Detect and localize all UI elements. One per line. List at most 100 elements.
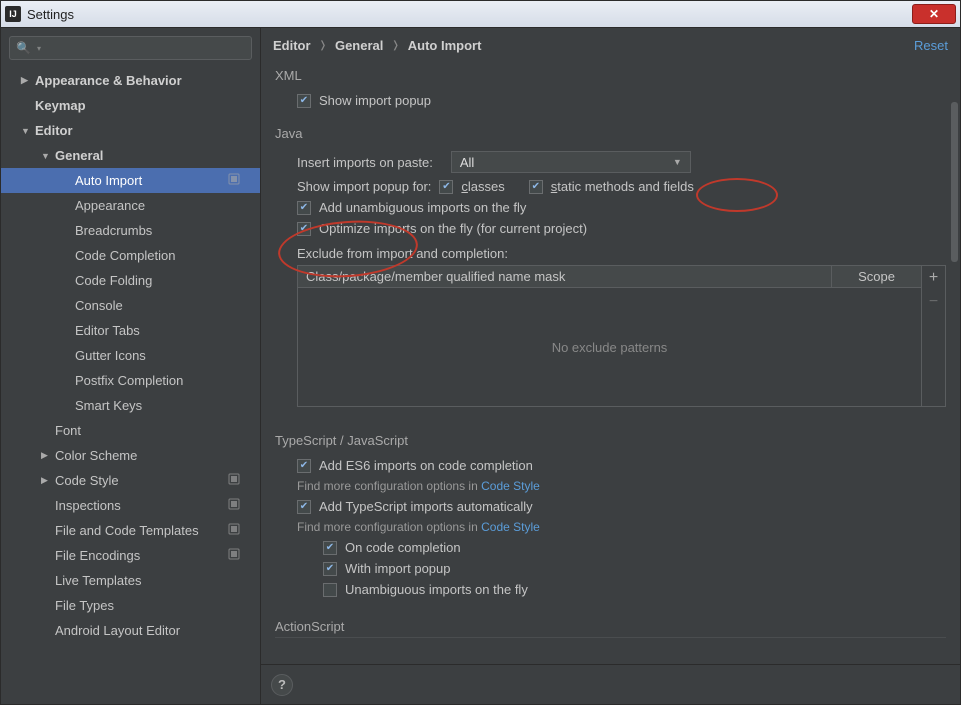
tree-item-android-layout-editor[interactable]: Android Layout Editor	[1, 618, 260, 643]
insert-imports-select[interactable]: All ▼	[451, 151, 691, 173]
tree-arrow-icon: ▼	[21, 126, 35, 136]
tree-item-editor-tabs[interactable]: Editor Tabs	[1, 318, 260, 343]
tree-item-code-completion[interactable]: Code Completion	[1, 243, 260, 268]
tree-item-label: Inspections	[55, 498, 121, 513]
tree-item-file-and-code-templates[interactable]: File and Code Templates	[1, 518, 260, 543]
remove-exclude-button[interactable]: −	[924, 290, 944, 314]
tree-item-inspections[interactable]: Inspections	[1, 493, 260, 518]
tree-item-smart-keys[interactable]: Smart Keys	[1, 393, 260, 418]
tree-arrow-icon: ▼	[41, 151, 55, 161]
tree-item-label: Live Templates	[55, 573, 141, 588]
sidebar: 🔍 ▾ ▶Appearance & BehaviorKeymap▼Editor▼…	[1, 28, 261, 704]
search-icon: 🔍	[16, 41, 31, 55]
tree-item-postfix-completion[interactable]: Postfix Completion	[1, 368, 260, 393]
tree-item-code-folding[interactable]: Code Folding	[1, 268, 260, 293]
tree-item-label: Font	[55, 423, 81, 438]
unambiguous-ts-checkbox[interactable]	[323, 583, 337, 597]
titlebar: IJ Settings ✕	[0, 0, 961, 28]
add-exclude-button[interactable]: +	[924, 266, 944, 290]
project-scope-icon	[228, 548, 250, 563]
chevron-down-icon: ▼	[673, 157, 682, 167]
tree-item-label: Android Layout Editor	[55, 623, 180, 638]
tree-item-file-encodings[interactable]: File Encodings	[1, 543, 260, 568]
tree-item-auto-import[interactable]: Auto Import	[1, 168, 260, 193]
exclude-label: Exclude from import and completion:	[275, 246, 946, 261]
tree-item-label: Smart Keys	[75, 398, 142, 413]
main-panel: Editor ❭ General ❭ Auto Import Reset XML…	[261, 28, 960, 704]
xml-show-popup-label: Show import popup	[319, 93, 431, 108]
exclude-empty-text: No exclude patterns	[298, 288, 921, 406]
insert-imports-label: Insert imports on paste:	[297, 155, 433, 170]
es6-help-text: Find more configuration options in Code …	[297, 479, 946, 493]
tree-item-keymap[interactable]: Keymap	[1, 93, 260, 118]
tree-item-appearance-behavior[interactable]: ▶Appearance & Behavior	[1, 68, 260, 93]
tree-item-font[interactable]: Font	[1, 418, 260, 443]
breadcrumb: Editor ❭ General ❭ Auto Import Reset	[261, 28, 960, 62]
tree-item-file-types[interactable]: File Types	[1, 593, 260, 618]
tree-item-gutter-icons[interactable]: Gutter Icons	[1, 343, 260, 368]
optimize-imports-label: Optimize imports on the fly (for current…	[319, 221, 587, 236]
show-popup-for-label: Show import popup for:	[297, 179, 431, 194]
xml-show-popup-checkbox[interactable]	[297, 94, 311, 108]
unambiguous-ts-label: Unambiguous imports on the fly	[345, 582, 528, 597]
window-title: Settings	[27, 7, 912, 22]
exclude-col-scope[interactable]: Scope	[831, 266, 921, 287]
section-actionscript: ActionScript	[275, 619, 946, 638]
tree-item-editor[interactable]: ▼Editor	[1, 118, 260, 143]
help-button[interactable]: ?	[271, 674, 293, 696]
exclude-col-name[interactable]: Class/package/member qualified name mask	[298, 266, 831, 287]
tree-item-label: Breadcrumbs	[75, 223, 152, 238]
with-import-popup-label: With import popup	[345, 561, 451, 576]
tree-arrow-icon: ▶	[21, 75, 35, 86]
project-scope-icon	[228, 173, 250, 188]
project-scope-icon	[228, 498, 250, 513]
classes-checkbox[interactable]	[439, 180, 453, 194]
tree-item-label: Gutter Icons	[75, 348, 146, 363]
tree-item-label: Postfix Completion	[75, 373, 183, 388]
breadcrumb-general[interactable]: General	[335, 38, 383, 53]
with-import-popup-checkbox[interactable]	[323, 562, 337, 576]
tree-item-appearance[interactable]: Appearance	[1, 193, 260, 218]
tree-arrow-icon: ▶	[41, 450, 55, 461]
tree-item-label: Auto Import	[75, 173, 142, 188]
section-java: Java	[275, 126, 946, 141]
tree-item-label: General	[55, 148, 103, 163]
settings-tree: ▶Appearance & BehaviorKeymap▼Editor▼Gene…	[1, 68, 260, 704]
tree-item-breadcrumbs[interactable]: Breadcrumbs	[1, 218, 260, 243]
reset-link[interactable]: Reset	[914, 38, 948, 53]
tree-item-color-scheme[interactable]: ▶Color Scheme	[1, 443, 260, 468]
add-es6-label: Add ES6 imports on code completion	[319, 458, 533, 473]
on-code-completion-label: On code completion	[345, 540, 461, 555]
app-icon: IJ	[5, 6, 21, 22]
ts-help-text: Find more configuration options in Code …	[297, 520, 946, 534]
breadcrumb-auto-import[interactable]: Auto Import	[408, 38, 482, 53]
tree-item-general[interactable]: ▼General	[1, 143, 260, 168]
static-checkbox[interactable]	[529, 180, 543, 194]
code-style-link[interactable]: Code Style	[481, 520, 540, 534]
add-unambiguous-checkbox[interactable]	[297, 201, 311, 215]
tree-item-label: Code Style	[55, 473, 119, 488]
code-style-link[interactable]: Code Style	[481, 479, 540, 493]
add-ts-checkbox[interactable]	[297, 500, 311, 514]
tree-item-label: Color Scheme	[55, 448, 137, 463]
optimize-imports-checkbox[interactable]	[297, 222, 311, 236]
scrollbar[interactable]	[951, 102, 958, 262]
tree-item-console[interactable]: Console	[1, 293, 260, 318]
section-xml: XML	[275, 68, 946, 83]
tree-item-label: Code Completion	[75, 248, 175, 263]
chevron-right-icon: ❭	[319, 40, 327, 51]
classes-label: classes	[461, 179, 504, 194]
tree-item-label: Code Folding	[75, 273, 152, 288]
breadcrumb-editor[interactable]: Editor	[273, 38, 311, 53]
search-input[interactable]: 🔍 ▾	[9, 36, 252, 60]
tree-item-code-style[interactable]: ▶Code Style	[1, 468, 260, 493]
add-ts-label: Add TypeScript imports automatically	[319, 499, 533, 514]
add-unambiguous-label: Add unambiguous imports on the fly	[319, 200, 526, 215]
on-code-completion-checkbox[interactable]	[323, 541, 337, 555]
add-es6-checkbox[interactable]	[297, 459, 311, 473]
tree-item-live-templates[interactable]: Live Templates	[1, 568, 260, 593]
close-button[interactable]: ✕	[912, 4, 956, 24]
chevron-down-icon: ▾	[37, 44, 41, 53]
tree-item-label: Appearance & Behavior	[35, 73, 182, 88]
exclude-table: Class/package/member qualified name mask…	[275, 265, 946, 407]
